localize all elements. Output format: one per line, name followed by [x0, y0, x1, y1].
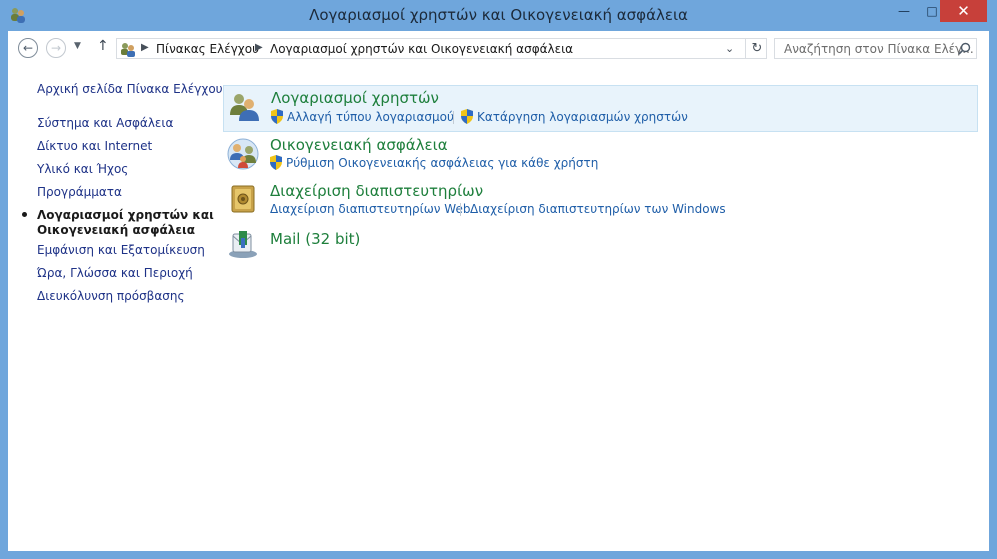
credential-vault-icon — [231, 185, 255, 213]
set-up-family-safety-link[interactable]: Ρύθμιση Οικογενειακής ασφάλειας για κάθε… — [286, 156, 598, 170]
link-separator — [453, 111, 454, 124]
category-family-safety[interactable]: Οικογενειακή ασφάλεια Ρύθμιση Οικογενεια… — [223, 132, 978, 178]
uac-shield-icon — [271, 109, 283, 124]
breadcrumb-control-panel[interactable]: Πίνακας Ελέγχου — [156, 42, 259, 56]
sidebar: Αρχική σελίδα Πίνακα Ελέγχου Σύστημα και… — [8, 66, 223, 546]
category-credential-manager[interactable]: Διαχείριση διαπιστευτηρίων Διαχείριση δι… — [223, 179, 978, 224]
active-item-bullet — [22, 212, 27, 217]
uac-shield-icon — [270, 155, 282, 170]
category-mail[interactable]: Mail (32 bit) — [223, 225, 978, 265]
remove-user-accounts-link[interactable]: Κατάργηση λογαριασμών χρηστών — [477, 110, 688, 124]
sidebar-item-hardware-sound[interactable]: Υλικό και Ήχος — [37, 162, 128, 177]
title-bar[interactable]: Λογαριασμοί χρηστών και Οικογενειακή ασφ… — [0, 0, 997, 31]
sidebar-item-clock-region[interactable]: Ώρα, Γλώσσα και Περιοχή — [37, 266, 193, 281]
category-user-accounts[interactable]: Λογαριασμοί χρηστών Αλλαγή τύπου λογαρια… — [223, 85, 978, 132]
search-icon[interactable] — [958, 42, 971, 55]
category-title[interactable]: Λογαριασμοί χρηστών — [271, 89, 439, 107]
control-panel-icon — [121, 43, 135, 57]
breadcrumb-separator[interactable]: ▶ — [141, 42, 149, 53]
manage-web-credentials-link[interactable]: Διαχείριση διαπιστευτηρίων Web — [270, 202, 470, 216]
address-dropdown-button[interactable]: ⌄ — [725, 42, 734, 55]
users-icon — [230, 94, 259, 121]
breadcrumb-current[interactable]: Λογαριασμοί χρηστών και Οικογενειακή ασφ… — [270, 42, 573, 56]
sidebar-item-user-accounts-line2: Οικογενειακή ασφάλεια — [37, 223, 195, 237]
uac-shield-icon — [461, 109, 473, 124]
back-button[interactable]: ← — [18, 38, 38, 58]
family-safety-icon — [227, 138, 259, 170]
mail-icon — [229, 231, 257, 258]
sidebar-item-appearance[interactable]: Εμφάνιση και Εξατομίκευση — [37, 243, 205, 258]
category-title[interactable]: Διαχείριση διαπιστευτηρίων — [270, 182, 483, 200]
change-account-type-link[interactable]: Αλλαγή τύπου λογαριασμού — [287, 110, 454, 124]
navigation-bar: ← → ▼ ↑ ▶ Πίνακας Ελέγχου ▶ Λογαριασμοί … — [8, 31, 989, 66]
category-title[interactable]: Οικογενειακή ασφάλεια — [270, 136, 448, 154]
sidebar-item-ease-of-access[interactable]: Διευκόλυνση πρόσβασης — [37, 289, 185, 304]
sidebar-item-home[interactable]: Αρχική σελίδα Πίνακα Ελέγχου — [37, 82, 223, 97]
link-separator — [460, 203, 461, 216]
search-placeholder: Αναζήτηση στον Πίνακα Ελέγ... — [784, 42, 974, 56]
up-button[interactable]: ↑ — [97, 38, 109, 54]
category-title[interactable]: Mail (32 bit) — [270, 230, 360, 248]
sidebar-item-network[interactable]: Δίκτυο και Internet — [37, 139, 152, 154]
sidebar-item-programs[interactable]: Προγράμματα — [37, 185, 122, 200]
manage-windows-credentials-link[interactable]: Διαχείριση διαπιστευτηρίων των Windows — [470, 202, 726, 216]
minimize-button[interactable]: — — [890, 0, 918, 22]
breadcrumb-separator[interactable]: ▶ — [255, 42, 263, 53]
window-content: ← → ▼ ↑ ▶ Πίνακας Ελέγχου ▶ Λογαριασμοί … — [8, 31, 989, 551]
refresh-button[interactable]: ↻ — [745, 39, 768, 58]
forward-button[interactable]: → — [46, 38, 66, 58]
control-panel-window: Λογαριασμοί χρηστών και Οικογενειακή ασφ… — [0, 0, 997, 559]
close-button[interactable]: ✕ — [940, 0, 987, 22]
sidebar-item-system-security[interactable]: Σύστημα και Ασφάλεια — [37, 116, 173, 131]
search-input[interactable]: Αναζήτηση στον Πίνακα Ελέγ... — [774, 38, 977, 59]
sidebar-item-user-accounts-line1: Λογαριασμοί χρηστών και — [37, 208, 214, 222]
window-title: Λογαριασμοί χρηστών και Οικογενειακή ασφ… — [309, 6, 688, 24]
recent-locations-button[interactable]: ▼ — [74, 41, 81, 51]
address-bar[interactable]: ▶ Πίνακας Ελέγχου ▶ Λογαριασμοί χρηστών … — [116, 38, 767, 59]
window-frame-bottom — [0, 551, 997, 559]
